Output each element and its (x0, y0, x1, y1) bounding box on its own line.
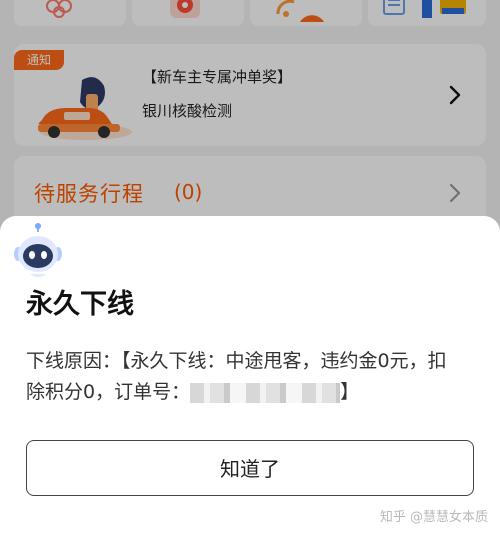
watermark: 知乎 @慧慧女本质 (379, 510, 488, 525)
offline-reason-end: 】 (340, 381, 360, 403)
robot-avatar-icon (14, 223, 62, 277)
offline-reason: 下线原因：【永久下线：中途甩客，违约金0元，扣除积分0，订单号：】 (26, 346, 456, 408)
redacted-order-number (190, 382, 341, 403)
dialog-title: 永久下线 (26, 289, 134, 320)
offline-dialog: 永久下线 下线原因：【永久下线：中途甩客，违约金0元，扣除积分0，订单号：】 知… (0, 216, 500, 533)
acknowledge-button[interactable]: 知道了 (26, 440, 474, 496)
